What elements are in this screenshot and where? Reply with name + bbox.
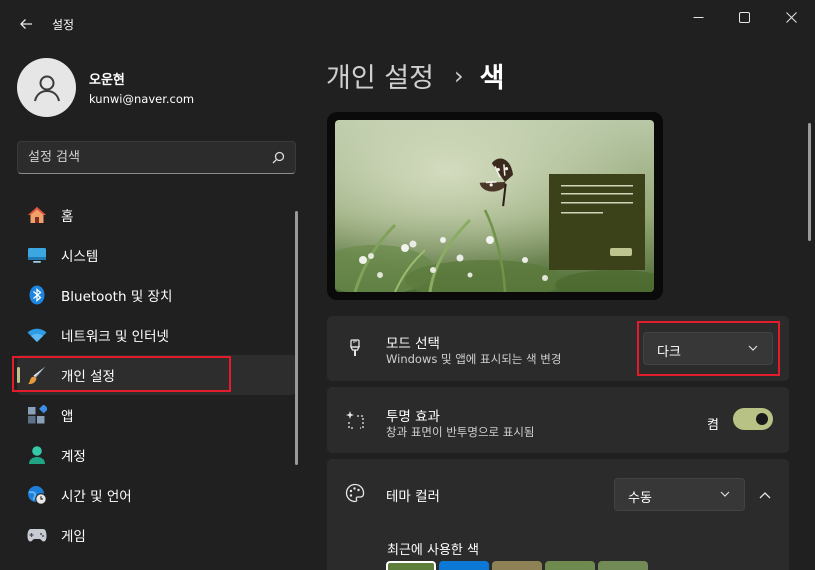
home-icon bbox=[27, 205, 47, 225]
close-icon bbox=[785, 11, 797, 23]
globe-clock-icon bbox=[27, 485, 47, 505]
gamepad-icon bbox=[27, 525, 47, 545]
back-button[interactable] bbox=[12, 10, 40, 38]
mode-title: 모드 선택 bbox=[386, 336, 440, 352]
toggle-knob bbox=[756, 413, 768, 425]
minimize-button[interactable] bbox=[675, 0, 721, 34]
wifi-icon bbox=[27, 325, 47, 345]
accent-title: 테마 컬러 bbox=[386, 489, 440, 505]
color-swatch[interactable] bbox=[545, 561, 595, 570]
butterfly-wallpaper bbox=[335, 120, 654, 292]
sidebar-item-time-language[interactable]: 시간 및 언어 bbox=[17, 475, 296, 515]
app-title: 설정 bbox=[52, 18, 75, 32]
accent-value: 수동 bbox=[628, 491, 652, 506]
sidebar-item-label: Bluetooth 및 장치 bbox=[61, 289, 173, 305]
color-swatch[interactable] bbox=[598, 561, 648, 570]
avatar bbox=[17, 58, 76, 117]
maximize-icon bbox=[738, 11, 750, 23]
sidebar-item-label: 네트워크 및 인터넷 bbox=[61, 329, 169, 345]
sidebar-item-label: 앱 bbox=[61, 409, 74, 425]
breadcrumb: 개인 설정 › 색 bbox=[326, 56, 504, 95]
breadcrumb-separator: › bbox=[453, 61, 464, 90]
sidebar-item-home[interactable]: 홈 bbox=[17, 195, 296, 235]
chevron-up-icon bbox=[759, 491, 771, 498]
chevron-down-icon bbox=[720, 491, 730, 497]
account-icon bbox=[27, 445, 47, 465]
back-arrow-icon bbox=[20, 19, 32, 29]
palette-icon bbox=[345, 483, 365, 503]
transparency-title: 투명 효과 bbox=[386, 409, 440, 425]
maximize-button[interactable] bbox=[721, 0, 767, 34]
collapse-button[interactable] bbox=[745, 475, 785, 515]
search-icon bbox=[272, 151, 285, 164]
user-profile[interactable]: 오운현 kunwi@naver.com bbox=[17, 58, 194, 117]
color-swatch[interactable] bbox=[439, 561, 489, 570]
sidebar-item-label: 홈 bbox=[61, 209, 74, 225]
person-icon bbox=[33, 75, 60, 101]
sidebar-item-accounts[interactable]: 계정 bbox=[17, 435, 296, 475]
bluetooth-icon bbox=[27, 285, 47, 305]
sidebar-item-gaming[interactable]: 게임 bbox=[17, 515, 296, 555]
wallpaper-preview bbox=[335, 120, 654, 292]
user-email: kunwi@naver.com bbox=[89, 92, 195, 106]
minimize-icon bbox=[693, 16, 703, 18]
breadcrumb-parent[interactable]: 개인 설정 bbox=[326, 56, 434, 95]
search-input[interactable] bbox=[28, 142, 258, 173]
recent-colors bbox=[386, 561, 651, 570]
mode-description: Windows 및 앱에 표시되는 색 변경 bbox=[386, 352, 562, 366]
sidebar-item-label: 게임 bbox=[61, 529, 86, 545]
sidebar-scrollbar[interactable] bbox=[295, 211, 298, 465]
transparency-description: 창과 표면이 반투명으로 표시됨 bbox=[386, 425, 535, 439]
settings-search[interactable] bbox=[17, 141, 296, 174]
page-title: 색 bbox=[479, 63, 505, 94]
sidebar-item-apps[interactable]: 앱 bbox=[17, 395, 296, 435]
color-swatch[interactable] bbox=[386, 561, 436, 570]
close-button[interactable] bbox=[768, 0, 814, 34]
toggle-state-label: 켬 bbox=[707, 418, 719, 433]
sidebar-item-system[interactable]: 시스템 bbox=[17, 235, 296, 275]
title-bar: 설정 bbox=[0, 0, 815, 48]
apps-icon bbox=[27, 405, 47, 425]
sidebar-item-network[interactable]: 네트워크 및 인터넷 bbox=[17, 315, 296, 355]
user-name: 오운현 bbox=[89, 73, 125, 88]
sidebar-item-label: 계정 bbox=[61, 449, 86, 465]
sidebar-item-label: 시간 및 언어 bbox=[61, 489, 132, 505]
sidebar-item-label: 시스템 bbox=[61, 249, 99, 265]
main-scrollbar[interactable] bbox=[808, 123, 811, 241]
accent-dropdown[interactable]: 수동 bbox=[614, 478, 745, 511]
theme-preview bbox=[327, 112, 663, 300]
monitor-icon bbox=[27, 245, 47, 265]
highlight-outline bbox=[12, 356, 231, 392]
transparency-toggle[interactable] bbox=[733, 408, 773, 430]
highlight-outline bbox=[637, 321, 780, 376]
sidebar-item-bluetooth[interactable]: Bluetooth 및 장치 bbox=[17, 275, 296, 315]
transparency-sparkle-icon bbox=[345, 410, 365, 430]
recent-colors-title: 최근에 사용한 색 bbox=[387, 543, 479, 558]
color-swatch[interactable] bbox=[492, 561, 542, 570]
transparency-card: 투명 효과 창과 표면이 반투명으로 표시됨 bbox=[327, 387, 789, 453]
brush-icon bbox=[345, 338, 365, 358]
